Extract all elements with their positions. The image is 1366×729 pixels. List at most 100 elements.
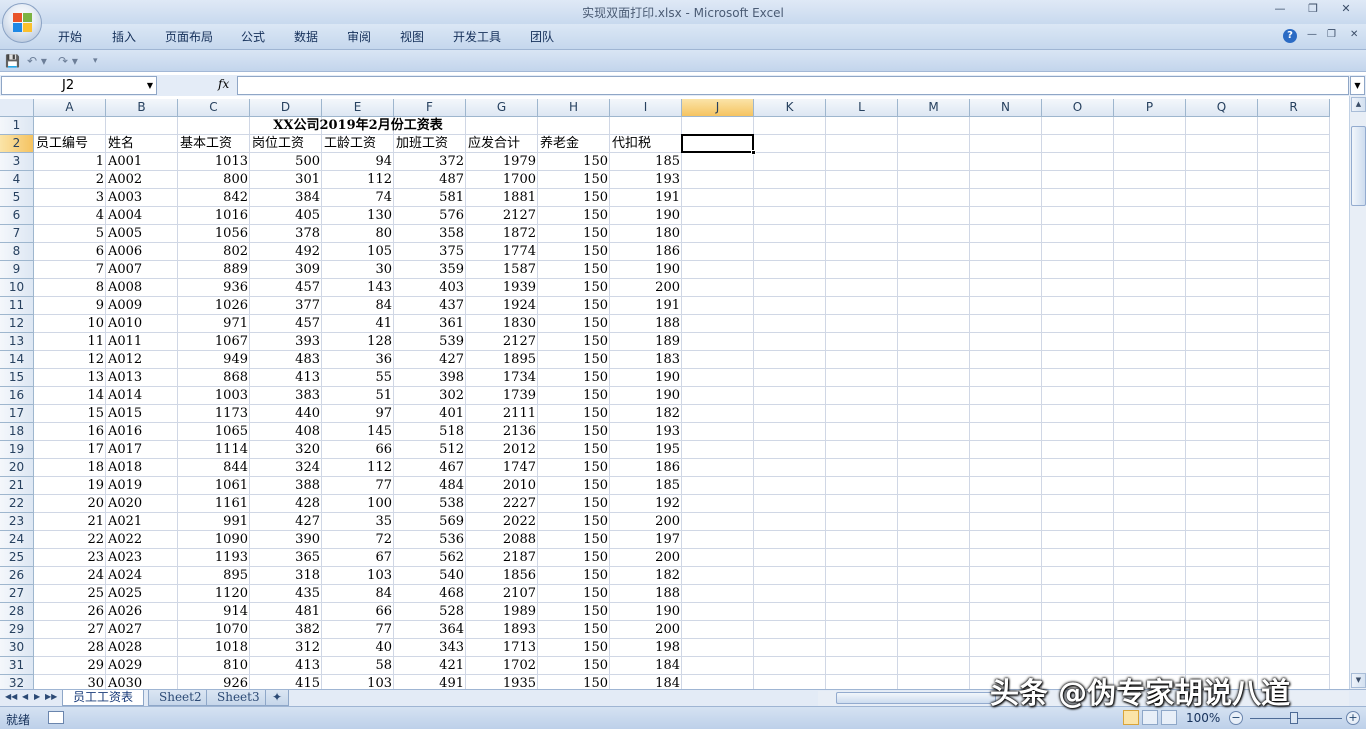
- data-cell[interactable]: A003: [106, 189, 178, 207]
- data-cell[interactable]: 4: [34, 207, 106, 225]
- data-cell[interactable]: 1090: [178, 531, 250, 549]
- data-cell[interactable]: A015: [106, 405, 178, 423]
- data-cell[interactable]: 1700: [466, 171, 538, 189]
- data-cell[interactable]: 103: [322, 675, 394, 689]
- zoom-level[interactable]: 100%: [1186, 711, 1220, 725]
- data-cell[interactable]: 358: [394, 225, 466, 243]
- row-header[interactable]: 3: [0, 153, 34, 171]
- ribbon-restore-button[interactable]: ❐: [1327, 29, 1336, 40]
- data-cell[interactable]: 914: [178, 603, 250, 621]
- data-cell[interactable]: 457: [250, 279, 322, 297]
- data-cell[interactable]: 9: [34, 297, 106, 315]
- data-cell[interactable]: 390: [250, 531, 322, 549]
- data-cell[interactable]: 401: [394, 405, 466, 423]
- data-cell[interactable]: 7: [34, 261, 106, 279]
- data-cell[interactable]: 491: [394, 675, 466, 689]
- data-cell[interactable]: 889: [178, 261, 250, 279]
- row-header[interactable]: 24: [0, 531, 34, 549]
- data-cell[interactable]: 150: [538, 279, 610, 297]
- data-cell[interactable]: 128: [322, 333, 394, 351]
- data-cell[interactable]: 398: [394, 369, 466, 387]
- data-cell[interactable]: 359: [394, 261, 466, 279]
- data-cell[interactable]: 1193: [178, 549, 250, 567]
- row-header[interactable]: 13: [0, 333, 34, 351]
- column-header[interactable]: J: [682, 99, 754, 117]
- data-cell[interactable]: A001: [106, 153, 178, 171]
- data-cell[interactable]: 21: [34, 513, 106, 531]
- data-cell[interactable]: 581: [394, 189, 466, 207]
- prev-sheet-icon[interactable]: ◀: [22, 692, 28, 701]
- data-cell[interactable]: 312: [250, 639, 322, 657]
- row-header[interactable]: 20: [0, 459, 34, 477]
- row-header[interactable]: 29: [0, 621, 34, 639]
- data-cell[interactable]: 1881: [466, 189, 538, 207]
- column-header[interactable]: F: [394, 99, 466, 117]
- data-cell[interactable]: 1056: [178, 225, 250, 243]
- data-cell[interactable]: 22: [34, 531, 106, 549]
- ribbon-tab[interactable]: 页面布局: [165, 28, 213, 45]
- row-header[interactable]: 26: [0, 567, 34, 585]
- data-cell[interactable]: 343: [394, 639, 466, 657]
- data-cell[interactable]: 2136: [466, 423, 538, 441]
- data-cell[interactable]: 802: [178, 243, 250, 261]
- data-cell[interactable]: 150: [538, 261, 610, 279]
- data-cell[interactable]: 427: [250, 513, 322, 531]
- data-cell[interactable]: 190: [610, 603, 682, 621]
- data-cell[interactable]: 318: [250, 567, 322, 585]
- data-cell[interactable]: 150: [538, 405, 610, 423]
- data-cell[interactable]: A020: [106, 495, 178, 513]
- data-cell[interactable]: 13: [34, 369, 106, 387]
- data-cell[interactable]: 393: [250, 333, 322, 351]
- data-cell[interactable]: 200: [610, 549, 682, 567]
- data-cell[interactable]: A021: [106, 513, 178, 531]
- data-cell[interactable]: 150: [538, 369, 610, 387]
- customize-toolbar-icon[interactable]: ▾: [93, 56, 98, 70]
- row-header[interactable]: 28: [0, 603, 34, 621]
- ribbon-tab[interactable]: 开始: [58, 28, 82, 45]
- data-cell[interactable]: A028: [106, 639, 178, 657]
- data-cell[interactable]: 1702: [466, 657, 538, 675]
- data-cell[interactable]: 540: [394, 567, 466, 585]
- data-cell[interactable]: 384: [250, 189, 322, 207]
- data-cell[interactable]: 1070: [178, 621, 250, 639]
- data-cell[interactable]: 1016: [178, 207, 250, 225]
- ribbon-tab[interactable]: 团队: [530, 28, 554, 45]
- column-header[interactable]: I: [610, 99, 682, 117]
- data-cell[interactable]: 1713: [466, 639, 538, 657]
- data-cell[interactable]: 375: [394, 243, 466, 261]
- row-header[interactable]: 10: [0, 279, 34, 297]
- data-cell[interactable]: A025: [106, 585, 178, 603]
- macro-record-icon[interactable]: [48, 711, 64, 724]
- data-cell[interactable]: 150: [538, 549, 610, 567]
- row-header[interactable]: 1: [0, 117, 34, 135]
- data-cell[interactable]: 492: [250, 243, 322, 261]
- minimize-button[interactable]: —: [1267, 2, 1293, 15]
- data-cell[interactable]: 150: [538, 207, 610, 225]
- data-cell[interactable]: 190: [610, 261, 682, 279]
- data-cell[interactable]: 324: [250, 459, 322, 477]
- data-cell[interactable]: A002: [106, 171, 178, 189]
- row-header[interactable]: 27: [0, 585, 34, 603]
- column-header[interactable]: A: [34, 99, 106, 117]
- data-cell[interactable]: 190: [610, 207, 682, 225]
- data-cell[interactable]: 895: [178, 567, 250, 585]
- ribbon-tab[interactable]: 视图: [400, 28, 424, 45]
- data-cell[interactable]: 150: [538, 153, 610, 171]
- data-cell[interactable]: 105: [322, 243, 394, 261]
- data-cell[interactable]: 40: [322, 639, 394, 657]
- column-header[interactable]: H: [538, 99, 610, 117]
- data-cell[interactable]: 12: [34, 351, 106, 369]
- data-cell[interactable]: 382: [250, 621, 322, 639]
- data-cell[interactable]: 1587: [466, 261, 538, 279]
- data-cell[interactable]: 30: [322, 261, 394, 279]
- data-cell[interactable]: A023: [106, 549, 178, 567]
- data-cell[interactable]: 1061: [178, 477, 250, 495]
- data-cell[interactable]: 440: [250, 405, 322, 423]
- data-cell[interactable]: A016: [106, 423, 178, 441]
- page-break-view-icon[interactable]: [1161, 710, 1177, 725]
- data-cell[interactable]: 188: [610, 585, 682, 603]
- data-cell[interactable]: 1856: [466, 567, 538, 585]
- name-box[interactable]: J2 ▼: [1, 76, 157, 95]
- data-cell[interactable]: 150: [538, 477, 610, 495]
- data-cell[interactable]: 150: [538, 423, 610, 441]
